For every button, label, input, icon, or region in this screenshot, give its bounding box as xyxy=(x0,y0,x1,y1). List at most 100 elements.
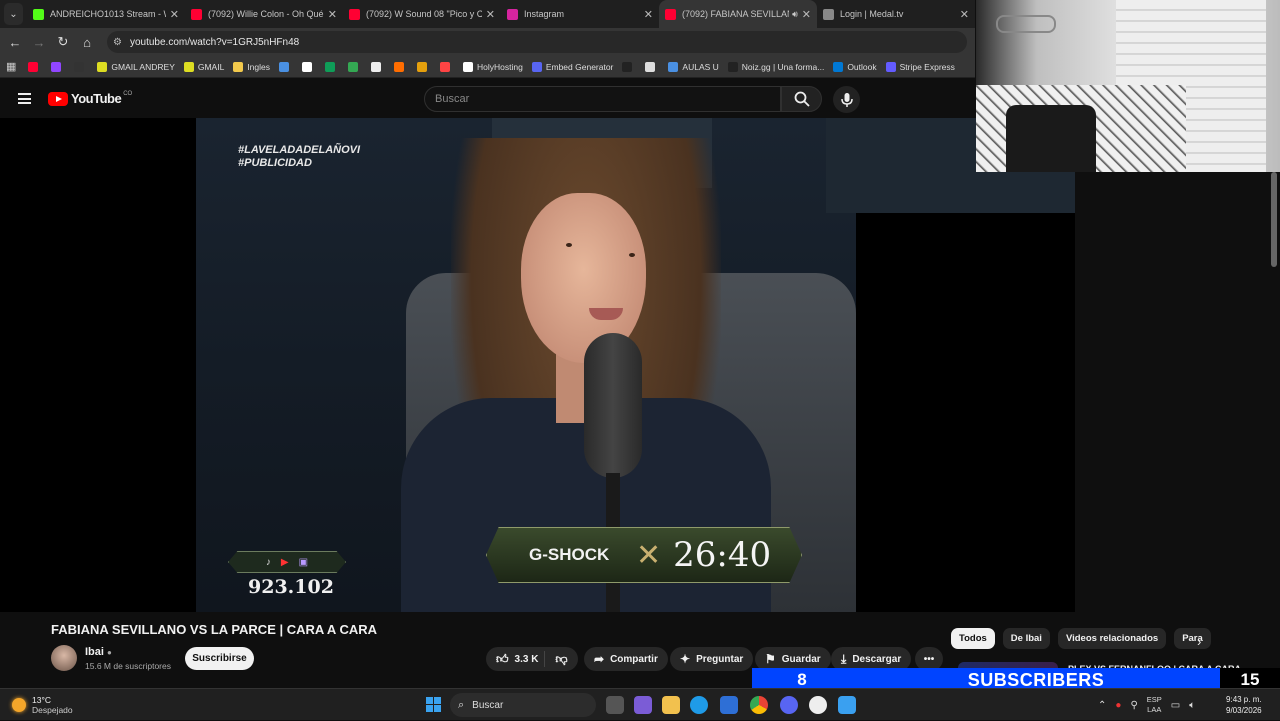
tiktok-icon: ♪ xyxy=(265,556,271,568)
close-tab-icon[interactable]: ✕ xyxy=(960,8,969,21)
bookmark-item[interactable]: Stripe Express xyxy=(885,61,955,72)
bookmark-item[interactable]: AULAS U xyxy=(668,61,719,72)
widget-app-icon[interactable] xyxy=(634,696,652,714)
verified-icon: ● xyxy=(106,648,112,657)
site-info-icon[interactable]: ⚙ xyxy=(113,37,122,48)
bookmark-item[interactable]: Noiz.gg | Una forma... xyxy=(727,61,825,72)
chevron-up-icon[interactable]: ⌃ xyxy=(1098,700,1106,711)
medal-icon xyxy=(823,8,834,20)
taskbar-search-label: Buscar xyxy=(472,699,504,711)
bookmark-item[interactable] xyxy=(74,61,88,72)
sponsor-name: G-SHOCK xyxy=(529,545,610,564)
youtube-play-icon xyxy=(48,91,68,106)
bookmark-item[interactable] xyxy=(394,61,408,72)
channel-name-text[interactable]: Ibai xyxy=(85,646,104,658)
browser-tab[interactable]: (7092) Willie Colon - Oh Qué Se ✕ xyxy=(185,0,343,28)
page-scrollbar[interactable] xyxy=(1271,172,1277,267)
pillow xyxy=(1006,105,1096,172)
store-icon[interactable] xyxy=(720,696,738,714)
share-button[interactable]: ➦ Compartir xyxy=(584,647,668,671)
edge-icon[interactable] xyxy=(690,696,708,714)
filter-chip[interactable]: Videos relacionados xyxy=(1057,628,1167,649)
bookmark-item[interactable]: HolyHosting xyxy=(463,61,523,72)
reload-button[interactable]: ↻ xyxy=(51,34,75,50)
browser-tab[interactable]: (7092) FABIANA SEVILLANO 🔊︎ ✕ xyxy=(659,0,817,28)
dislike-button[interactable]: 👎︎ xyxy=(545,652,578,667)
browser-tab[interactable]: Instagram ✕ xyxy=(501,0,659,28)
forward-button[interactable]: → xyxy=(27,35,51,50)
video-player[interactable]: #LAVELADADELAÑOVI #PUBLICIDAD ♪ ▶ ▣ 923.… xyxy=(0,118,1075,612)
bookmark-item[interactable] xyxy=(325,61,339,72)
bookmark-item[interactable] xyxy=(371,61,385,72)
hamburger-menu-icon[interactable] xyxy=(18,93,31,104)
filter-chip[interactable]: Para xyxy=(1174,628,1211,649)
bookmark-item[interactable]: GMAIL xyxy=(183,61,224,72)
bookmark-item[interactable] xyxy=(302,61,316,72)
apps-grid-icon[interactable]: ▦ xyxy=(6,60,16,73)
speaker-icon[interactable]: 🔊︎ xyxy=(792,9,798,20)
browser-tab[interactable]: (7092) W Sound 08 "Pico y Cha ✕ xyxy=(343,0,501,28)
photos-icon[interactable] xyxy=(838,696,856,714)
youtube-logo[interactable]: YouTube CO xyxy=(48,91,132,106)
volume-icon[interactable]: 🔈︎ xyxy=(1189,700,1195,711)
countdown-timer: 26:40 xyxy=(673,535,772,575)
address-bar[interactable]: ⚙ youtube.com/watch?v=1GRJ5nHFn48 xyxy=(107,31,967,53)
bookmark-item[interactable]: Embed Generator xyxy=(531,61,613,72)
chevron-right-icon[interactable]: › xyxy=(1197,634,1201,649)
browser-tab[interactable]: Login | Medal.tv ✕ xyxy=(817,0,975,28)
close-tab-icon[interactable]: ✕ xyxy=(644,8,653,21)
ask-button[interactable]: ✦ Preguntar xyxy=(670,647,754,671)
task-view-icon[interactable] xyxy=(606,696,624,714)
chrome-icon[interactable] xyxy=(750,696,768,714)
back-button[interactable]: ← xyxy=(3,35,27,50)
close-tab-icon[interactable]: ✕ xyxy=(802,8,811,21)
usb-icon[interactable]: ⚲ xyxy=(1130,700,1137,711)
subscribe-button[interactable]: Suscribirse xyxy=(185,647,254,670)
bookmark-favicon xyxy=(348,61,358,72)
bookmark-item[interactable] xyxy=(51,61,65,72)
bookmark-label: HolyHosting xyxy=(477,61,523,72)
bookmark-item[interactable] xyxy=(645,61,659,72)
close-tab-icon[interactable]: ✕ xyxy=(328,8,337,21)
filter-chip[interactable]: De Ibai xyxy=(1002,628,1050,649)
taskbar-search[interactable]: ⌕ Buscar xyxy=(450,693,596,717)
bookmark-label: Noiz.gg | Una forma... xyxy=(741,61,825,72)
search-icon: ⌕ xyxy=(458,698,465,711)
bookmark-item[interactable] xyxy=(417,61,431,72)
close-tab-icon[interactable]: ✕ xyxy=(486,8,495,21)
bookmark-item[interactable] xyxy=(28,61,42,72)
video-title: FABIANA SEVILLANO VS LA PARCE | CARA A C… xyxy=(51,622,377,637)
tab-title: (7092) W Sound 08 "Pico y Cha xyxy=(366,9,482,19)
hashtag-ad: #PUBLICIDAD xyxy=(238,157,312,169)
antivirus-icon[interactable]: ● xyxy=(1115,700,1121,711)
bookmark-item[interactable] xyxy=(348,61,362,72)
social-badge: ♪ ▶ ▣ xyxy=(228,551,346,573)
voice-search-button[interactable] xyxy=(833,86,860,113)
tab-search-button[interactable]: ⌄ xyxy=(4,3,23,25)
bookmark-item[interactable] xyxy=(440,61,454,72)
network-icon[interactable]: ▭ xyxy=(1171,700,1180,711)
bookmark-item[interactable] xyxy=(279,61,293,72)
obs-icon[interactable] xyxy=(809,696,827,714)
bookmark-item[interactable] xyxy=(622,61,636,72)
channel-name[interactable]: Ibai ● xyxy=(85,646,112,658)
system-clock[interactable]: 9:43 p. m. 9/03/2026 xyxy=(1226,694,1262,716)
close-tab-icon[interactable]: ✕ xyxy=(170,8,179,21)
weather-widget[interactable]: 13°C Despejado xyxy=(12,695,73,715)
search-button[interactable] xyxy=(781,86,822,112)
share-label: Compartir xyxy=(610,653,658,665)
browser-tab[interactable]: ANDREICHO1013 Stream - Wat ✕ xyxy=(27,0,185,28)
bookmark-favicon xyxy=(833,61,844,72)
like-button[interactable]: 👍︎ 3.3 K xyxy=(486,651,545,667)
bookmark-item[interactable]: GMAIL ANDREY xyxy=(97,61,175,72)
home-button[interactable]: ⌂ xyxy=(75,35,99,50)
file-explorer-icon[interactable] xyxy=(662,696,680,714)
search-input[interactable]: Buscar xyxy=(424,86,781,112)
filter-chip[interactable]: Todos xyxy=(951,628,995,649)
bookmark-item[interactable]: Ingles xyxy=(233,61,270,72)
windows-start-icon[interactable] xyxy=(426,697,441,712)
discord-icon[interactable] xyxy=(780,696,798,714)
channel-avatar[interactable] xyxy=(51,645,77,671)
bookmark-item[interactable]: Outlook xyxy=(833,61,877,72)
language-indicator[interactable]: ESP LAA xyxy=(1147,695,1162,715)
